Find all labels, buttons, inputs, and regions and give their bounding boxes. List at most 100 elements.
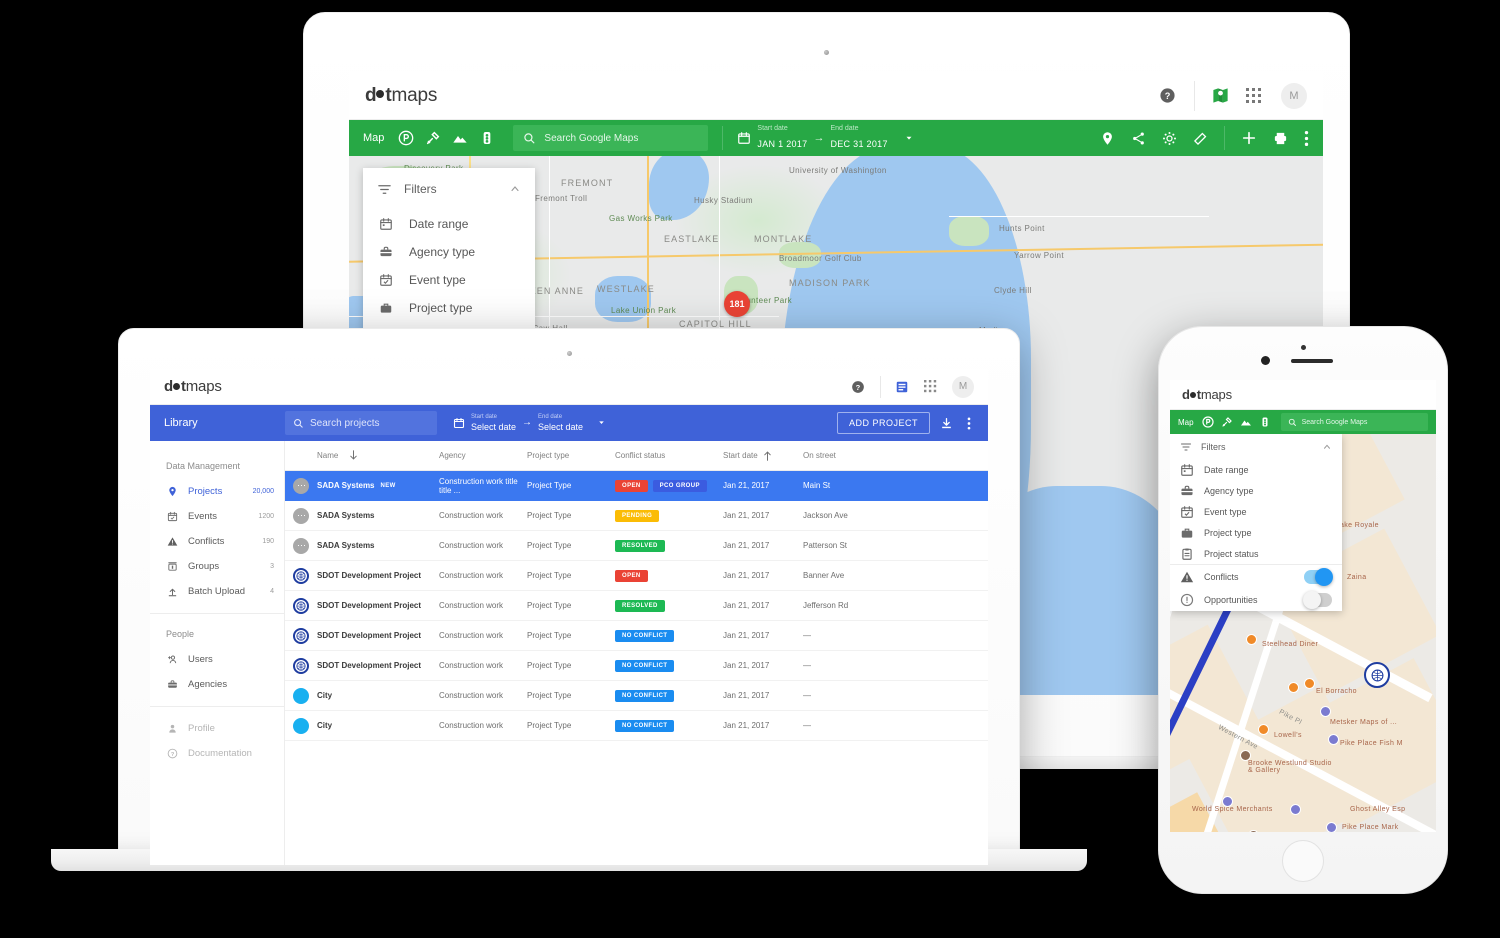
download-icon[interactable] [934,417,958,430]
measure-icon[interactable] [1193,131,1208,146]
tools-icon[interactable] [425,130,441,146]
table-row[interactable]: City Construction work Project Type NO CONF… [285,681,988,711]
filter-row-date-range[interactable]: Date range [363,210,535,238]
ship-canal [649,156,709,220]
opportunities-toggle[interactable] [1303,590,1332,609]
map-pin-cluster[interactable]: 181 [724,291,750,317]
date-range-control[interactable]: Start date JAN 1 2017 → End date DEC 31 … [737,124,913,153]
parking-icon[interactable] [398,130,414,146]
table-row[interactable]: SDOT Development Project Construction wor… [285,651,988,681]
table-row[interactable]: SDOT Development Project Construction wor… [285,621,988,651]
phone-map-tab-label[interactable]: Map [1178,418,1194,427]
column-header-conflict-status[interactable]: Conflict status [615,451,723,460]
conflicts-toggle[interactable] [1304,567,1333,586]
sdot-map-marker[interactable] [1364,662,1390,688]
table-row[interactable]: ⋯ SADA Systems Construction work Project Ty… [285,501,988,531]
filters-header[interactable]: Filters [363,168,535,210]
pin-icon[interactable] [1100,131,1115,146]
phone-filter-toggles[interactable]: Conflicts Opportunities [1170,565,1342,611]
sidebar-item-users[interactable]: Users [150,647,284,672]
sidebar-item-documentation[interactable]: ? Documentation [150,741,284,766]
phone-map-search-input[interactable]: Search Google Maps [1280,413,1428,431]
phone-home-button[interactable] [1282,840,1324,882]
filter-toggle-opportunities[interactable]: Opportunities [1170,588,1342,611]
start-date[interactable]: Start date JAN 1 2017 [757,124,807,153]
row-icon: ⋯ [285,537,317,554]
table-header-row[interactable]: Name Agency Project type Conflict status Sta… [285,441,988,471]
library-end-date[interactable]: End date Select date [538,413,583,433]
sidebar-item-conflicts[interactable]: Conflicts 190 [150,529,284,554]
table-row[interactable]: ⋯ SADA Systems Construction work Project Ty… [285,531,988,561]
help-icon[interactable]: ? [843,369,873,405]
map-tab-label[interactable]: Map [363,132,384,144]
column-header-start-date[interactable]: Start date [723,450,803,461]
column-header-name[interactable]: Name [317,450,439,461]
sidebar-item-groups[interactable]: Groups 3 [150,554,284,579]
column-header-project-type[interactable]: Project type [527,451,615,460]
filter-row-project-status[interactable]: Project status [1170,543,1342,564]
column-header-on-street[interactable]: On street [803,451,988,460]
help-icon[interactable]: ? [1148,72,1186,120]
sidebar-navigation[interactable]: Data Management Projects 20,000 Events 1200 C… [150,441,285,865]
filter-toggle-conflicts[interactable]: Conflicts [1170,565,1342,588]
end-date[interactable]: End date DEC 31 2017 [830,124,887,153]
avatar[interactable]: M [952,375,974,398]
phone-filter-list[interactable]: Date range Agency type Event type Project t… [1170,459,1342,564]
filter-label: Event type [409,273,466,287]
more-vert-icon[interactable] [962,416,976,431]
phone-filters-panel[interactable]: Filters Date range Agency type Event type P… [1170,434,1342,611]
tablet-logo[interactable]: d tmaps [365,85,437,107]
phone-map-container[interactable]: Cupcake Royaleo CafePine StZainaSteelhea… [1170,434,1436,832]
filter-row-event-type[interactable]: Event type [363,266,535,294]
parking-icon[interactable] [1201,416,1214,428]
cell-project-type: Project Type [527,571,572,580]
table-row[interactable]: SDOT Development Project Construction wor… [285,561,988,591]
chevron-up-icon[interactable] [1322,442,1332,452]
apps-grid-icon[interactable] [916,369,944,405]
filter-row-agency-type[interactable]: Agency type [363,238,535,266]
add-project-button[interactable]: ADD PROJECT [836,412,930,434]
more-vert-icon[interactable] [1304,130,1309,147]
share-icon[interactable] [1131,131,1146,146]
terrain-icon[interactable] [1240,416,1252,428]
laptop-app-header: d tmaps ? M [150,369,988,405]
sidebar-item-profile[interactable]: Profile [150,716,284,741]
filter-row-project-type[interactable]: Project type [1170,522,1342,543]
filter-row-event-type[interactable]: Event type [1170,501,1342,522]
laptop-logo[interactable]: d tmaps [164,378,222,395]
print-icon[interactable] [1273,131,1288,146]
apps-grid-icon[interactable] [1237,72,1271,120]
chevron-up-icon[interactable] [509,183,521,195]
phone-logo[interactable]: d tmaps [1182,387,1232,402]
filter-row-project-type[interactable]: Project type [363,294,535,322]
library-start-date[interactable]: Start date Select date [471,413,516,433]
chevron-down-icon[interactable] [597,418,606,427]
traffic-light-icon[interactable] [1259,416,1271,428]
avatar[interactable]: M [1281,82,1307,109]
sidebar-item-projects[interactable]: Projects 20,000 [150,479,284,504]
projects-table[interactable]: Name Agency Project type Conflict status Sta… [285,441,988,865]
traffic-light-icon[interactable] [479,130,495,146]
sidebar-item-batch-upload[interactable]: Batch Upload 4 [150,579,284,604]
map-view-icon[interactable] [1203,72,1237,120]
table-row[interactable]: SDOT Development Project Construction wor… [285,591,988,621]
table-body[interactable]: ⋯ SADA Systems NEW Construction work title … [285,471,988,741]
filter-row-date-range[interactable]: Date range [1170,459,1342,480]
tools-icon[interactable] [1221,416,1233,428]
chevron-down-icon[interactable] [904,133,914,143]
add-icon[interactable] [1241,130,1257,146]
settings-icon[interactable] [1162,131,1177,146]
library-date-range[interactable]: Start date Select date → End date Select… [453,413,606,433]
sidebar-item-events[interactable]: Events 1200 [150,504,284,529]
terrain-icon[interactable] [452,130,468,146]
cell-on-street: — [803,631,811,640]
map-search-input[interactable]: Search Google Maps [513,125,709,151]
projects-search-input[interactable]: Search projects [285,411,437,435]
list-view-icon[interactable] [888,369,916,405]
sidebar-item-agencies[interactable]: Agencies [150,672,284,697]
table-row[interactable]: ⋯ SADA Systems NEW Construction work title … [285,471,988,501]
phone-filters-header[interactable]: Filters [1170,434,1342,459]
filter-row-agency-type[interactable]: Agency type [1170,480,1342,501]
table-row[interactable]: City Construction work Project Type NO CONF… [285,711,988,741]
column-header-agency[interactable]: Agency [439,451,527,460]
